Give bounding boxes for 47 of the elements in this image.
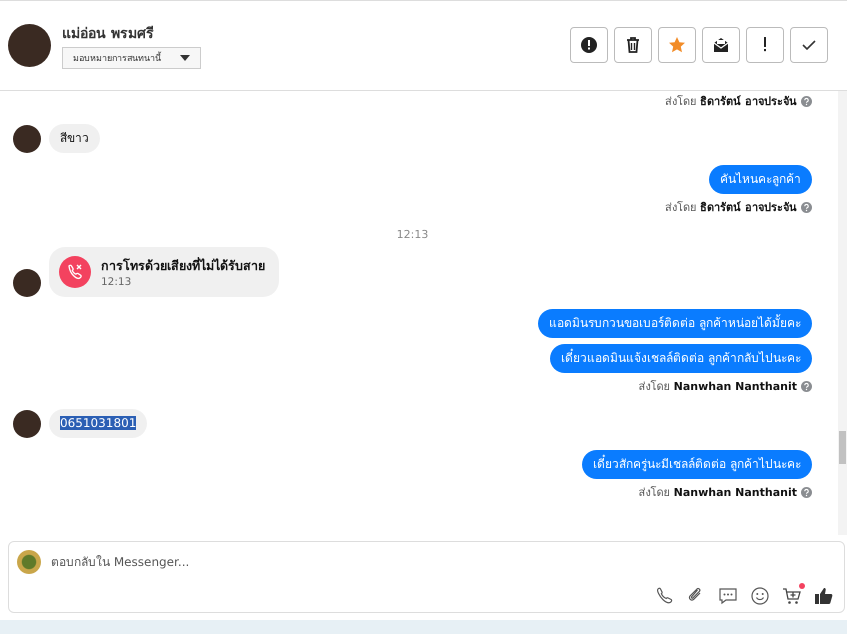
sender-name: Nanwhan Nanthanit <box>674 380 797 392</box>
action-button[interactable] <box>702 26 740 62</box>
help-icon[interactable] <box>801 96 812 106</box>
smiley-icon[interactable] <box>750 586 770 606</box>
caret-icon <box>180 55 190 61</box>
check-icon <box>802 40 816 50</box>
sender-name: ธิดารัตน์ อาจประจัน <box>700 200 797 216</box>
message-bubble: คันไหนคะลูกค้า <box>709 165 812 194</box>
sent-by-label: ส่งโดย <box>638 485 670 501</box>
page-logo <box>17 550 41 574</box>
message-bubble: สีขาว <box>49 124 100 153</box>
sent-by-label: ส่งโดย <box>665 94 696 110</box>
help-icon[interactable] <box>801 486 812 498</box>
avatar <box>13 124 41 152</box>
message-bubble: แอดมินรบกวนขอเบอร์ติดต่อ ลูกค้าหน่อยได้มั้ยคะ <box>538 309 812 338</box>
help-icon[interactable] <box>801 380 812 392</box>
chat-bubble-icon[interactable] <box>718 586 738 606</box>
call-time: 12:13 <box>101 276 132 288</box>
phone-icon[interactable] <box>654 586 674 606</box>
avatar <box>13 269 41 297</box>
envelope-icon <box>712 36 730 54</box>
action-button[interactable] <box>790 26 828 62</box>
action-button[interactable] <box>614 26 652 62</box>
action-button[interactable] <box>570 26 608 62</box>
cart-icon[interactable] <box>782 586 802 606</box>
exclamation-icon <box>764 37 766 52</box>
star-icon <box>668 36 686 54</box>
message-bubble: 0651031801 <box>49 409 148 438</box>
trash-icon <box>624 36 642 54</box>
sent-by-label: ส่งโดย <box>638 379 670 395</box>
sent-by-label: ส่งโดย <box>665 200 696 216</box>
contact-name: แม่อ่อน พรมศรี <box>62 24 155 44</box>
message-bubble: เดี๋ยวแอดมินแจ้งเชลล์ติดต่อ ลูกค้ากลับไปนะคะ <box>550 344 812 373</box>
help-icon[interactable] <box>801 202 812 212</box>
scrollbar[interactable] <box>838 91 847 535</box>
alert-icon <box>580 36 598 54</box>
avatar <box>8 24 51 67</box>
avatar <box>13 410 41 438</box>
message-bubble: เดี๋ยวสักครู่นะมีเชลล์ติดต่อ ลูกค้าไปนะคะ <box>582 450 812 479</box>
thumbs-up-icon[interactable] <box>814 586 834 606</box>
timestamp: 12:13 <box>396 228 428 241</box>
sender-name: Nanwhan Nanthanit <box>674 486 797 498</box>
sender-name: ธิดารัตน์ อาจประจัน <box>700 94 797 110</box>
scrollbar-thumb[interactable] <box>839 431 846 464</box>
call-label: การโทรด้วยเสียงที่ไม่ได้รับสาย <box>101 256 265 275</box>
missed-call-icon <box>59 256 91 288</box>
assign-dropdown[interactable]: มอบหมายการสนทนานี้ <box>62 47 201 69</box>
